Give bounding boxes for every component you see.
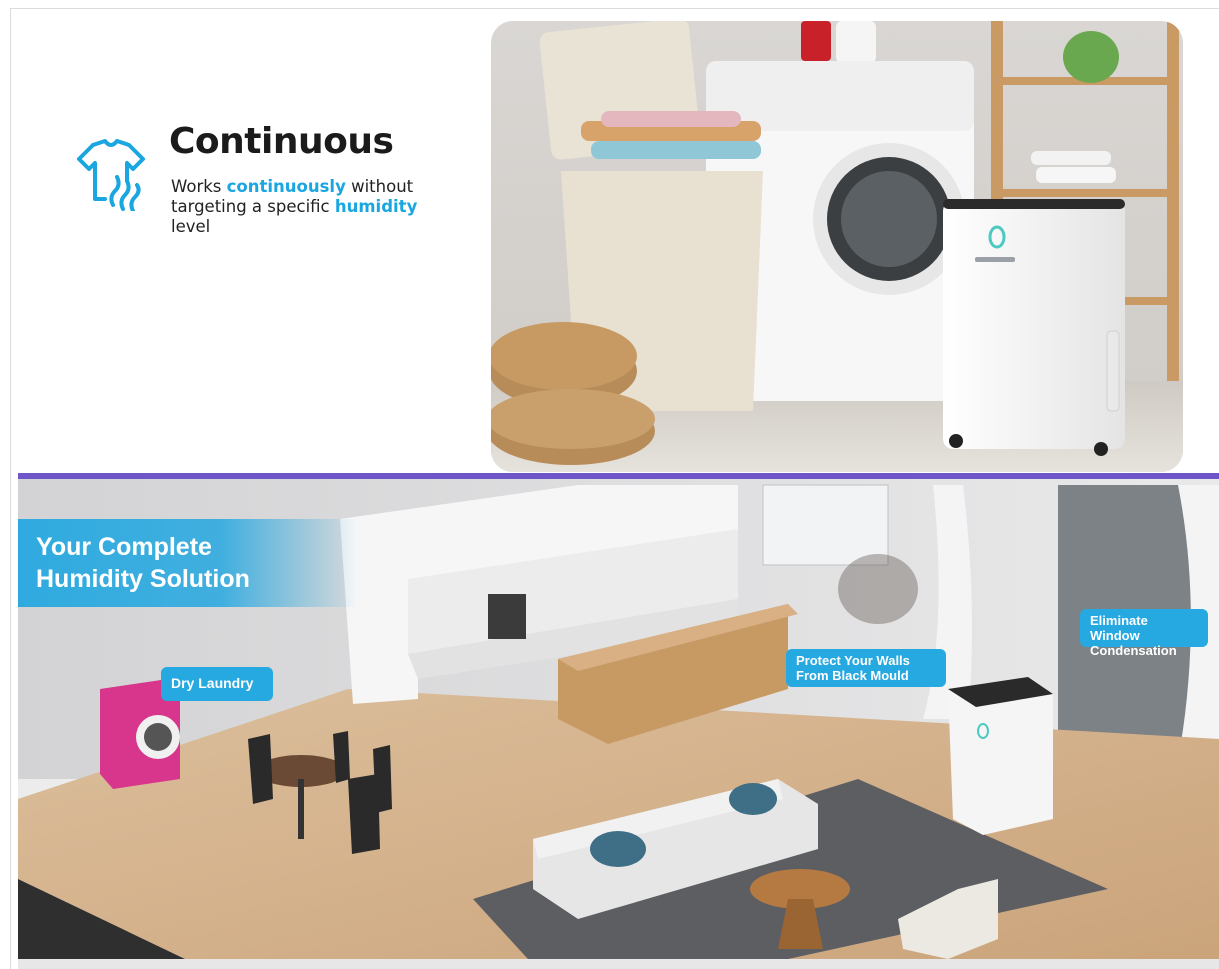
- desc-part: level: [171, 217, 211, 236]
- feature-block: Continuous Works continuously without ta…: [71, 121, 491, 261]
- headline-line-1: Your Complete: [36, 533, 212, 561]
- page-frame: Continuous Works continuously without ta…: [10, 8, 1219, 969]
- laundry-room-photo: [491, 21, 1183, 472]
- feature-description: Works continuously without targeting a s…: [171, 177, 431, 237]
- headline-banner: Your Complete Humidity Solution: [18, 519, 358, 607]
- desc-part: Works: [171, 177, 227, 196]
- callout-black-mould: Protect Your Walls From Black Mould: [786, 649, 946, 687]
- desc-highlight-humidity: humidity: [334, 197, 418, 216]
- callout-dry-laundry: Dry Laundry: [161, 667, 273, 701]
- desc-highlight-continuously: continuously: [226, 177, 346, 196]
- top-banner: Continuous Works continuously without ta…: [11, 9, 1219, 473]
- tshirt-steam-icon: [77, 139, 145, 211]
- headline-line-2: Humidity Solution: [36, 565, 250, 593]
- room-scene: Your Complete Humidity Solution Dry Laun…: [18, 479, 1219, 969]
- feature-title: Continuous: [169, 121, 394, 162]
- callout-window-condensation: Eliminate Window Condensation: [1080, 609, 1208, 658]
